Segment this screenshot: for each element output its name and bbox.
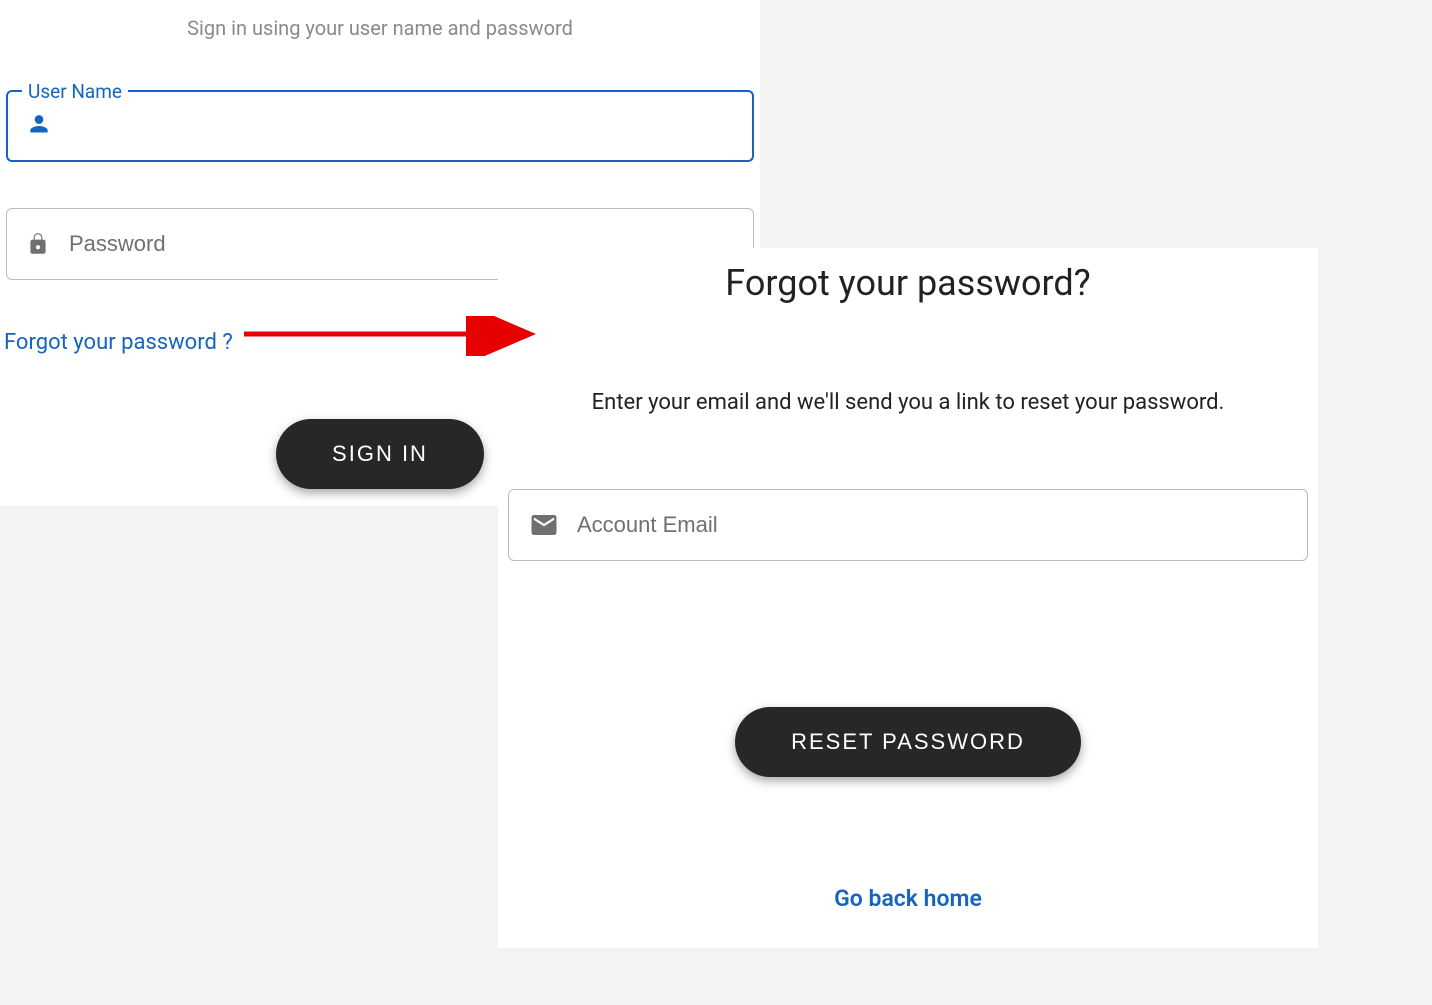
username-field[interactable]: User Name [6, 90, 754, 162]
username-input[interactable] [70, 92, 752, 160]
signin-subtitle: Sign in using your user name and passwor… [0, 16, 760, 40]
lock-icon [25, 231, 51, 257]
forgot-title: Forgot your password? [498, 262, 1318, 304]
forgot-password-panel: Forgot your password? Enter your email a… [498, 248, 1318, 948]
reset-password-button[interactable]: RESET PASSWORD [735, 707, 1081, 777]
mail-icon [529, 510, 559, 540]
account-email-field[interactable] [508, 489, 1308, 561]
forgot-password-link[interactable]: Forgot your password ? [4, 330, 233, 355]
go-back-home-link[interactable]: Go back home [834, 885, 982, 912]
user-icon [26, 113, 52, 139]
signin-button[interactable]: SIGN IN [276, 419, 484, 489]
forgot-description: Enter your email and we'll send you a li… [498, 390, 1318, 415]
username-label: User Name [22, 80, 128, 103]
account-email-input[interactable] [577, 490, 1307, 560]
